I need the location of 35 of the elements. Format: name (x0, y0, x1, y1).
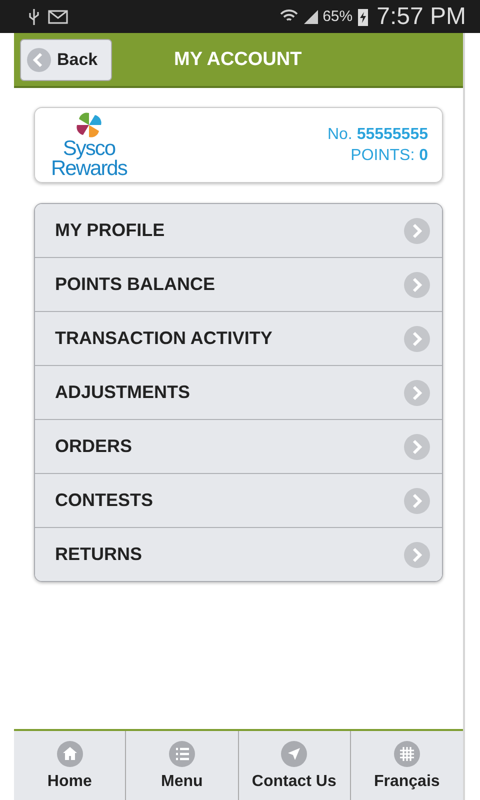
back-chevron-icon (27, 48, 51, 72)
menu-item[interactable]: MY PROFILE (35, 204, 442, 258)
menu-item[interactable]: RETURNS (35, 528, 442, 581)
chevron-icon (404, 218, 430, 244)
menu-item[interactable]: ORDERS (35, 420, 442, 474)
nav-tab[interactable]: Contact Us (238, 731, 351, 800)
menu-item[interactable]: TRANSACTION ACTIVITY (35, 312, 442, 366)
nav-tab[interactable]: Menu (126, 731, 238, 800)
page-title: MY ACCOUNT (174, 48, 302, 70)
back-button[interactable]: Back (20, 38, 112, 80)
member-number: No. 55555555 (327, 126, 428, 144)
list-icon (168, 740, 195, 766)
chevron-icon (404, 380, 430, 406)
logo-text: Rewards (51, 159, 127, 179)
chevron-icon (404, 326, 430, 352)
menu-item[interactable]: POINTS BALANCE (35, 258, 442, 312)
pinwheel-logo-icon (74, 111, 103, 140)
menu-item[interactable]: ADJUSTMENTS (35, 366, 442, 420)
chevron-icon (404, 488, 430, 514)
points-total: POINTS: 0 (350, 146, 428, 164)
battery-percent: 65% (322, 8, 353, 25)
mail-icon (48, 8, 70, 24)
logo-text: Sysco (62, 139, 116, 159)
signal-icon (302, 8, 319, 24)
nav-tab[interactable]: Français (350, 731, 463, 800)
nav-tab[interactable]: Home (14, 731, 126, 800)
menu-item[interactable]: CONTESTS (35, 474, 442, 528)
battery-icon (356, 6, 369, 26)
grid-icon (394, 740, 420, 766)
home-icon (56, 740, 83, 766)
chevron-icon (404, 272, 430, 298)
chevron-icon (404, 542, 430, 568)
chevron-icon (404, 434, 430, 460)
usb-icon (28, 8, 40, 26)
clock: 7:57 PM (376, 2, 466, 30)
